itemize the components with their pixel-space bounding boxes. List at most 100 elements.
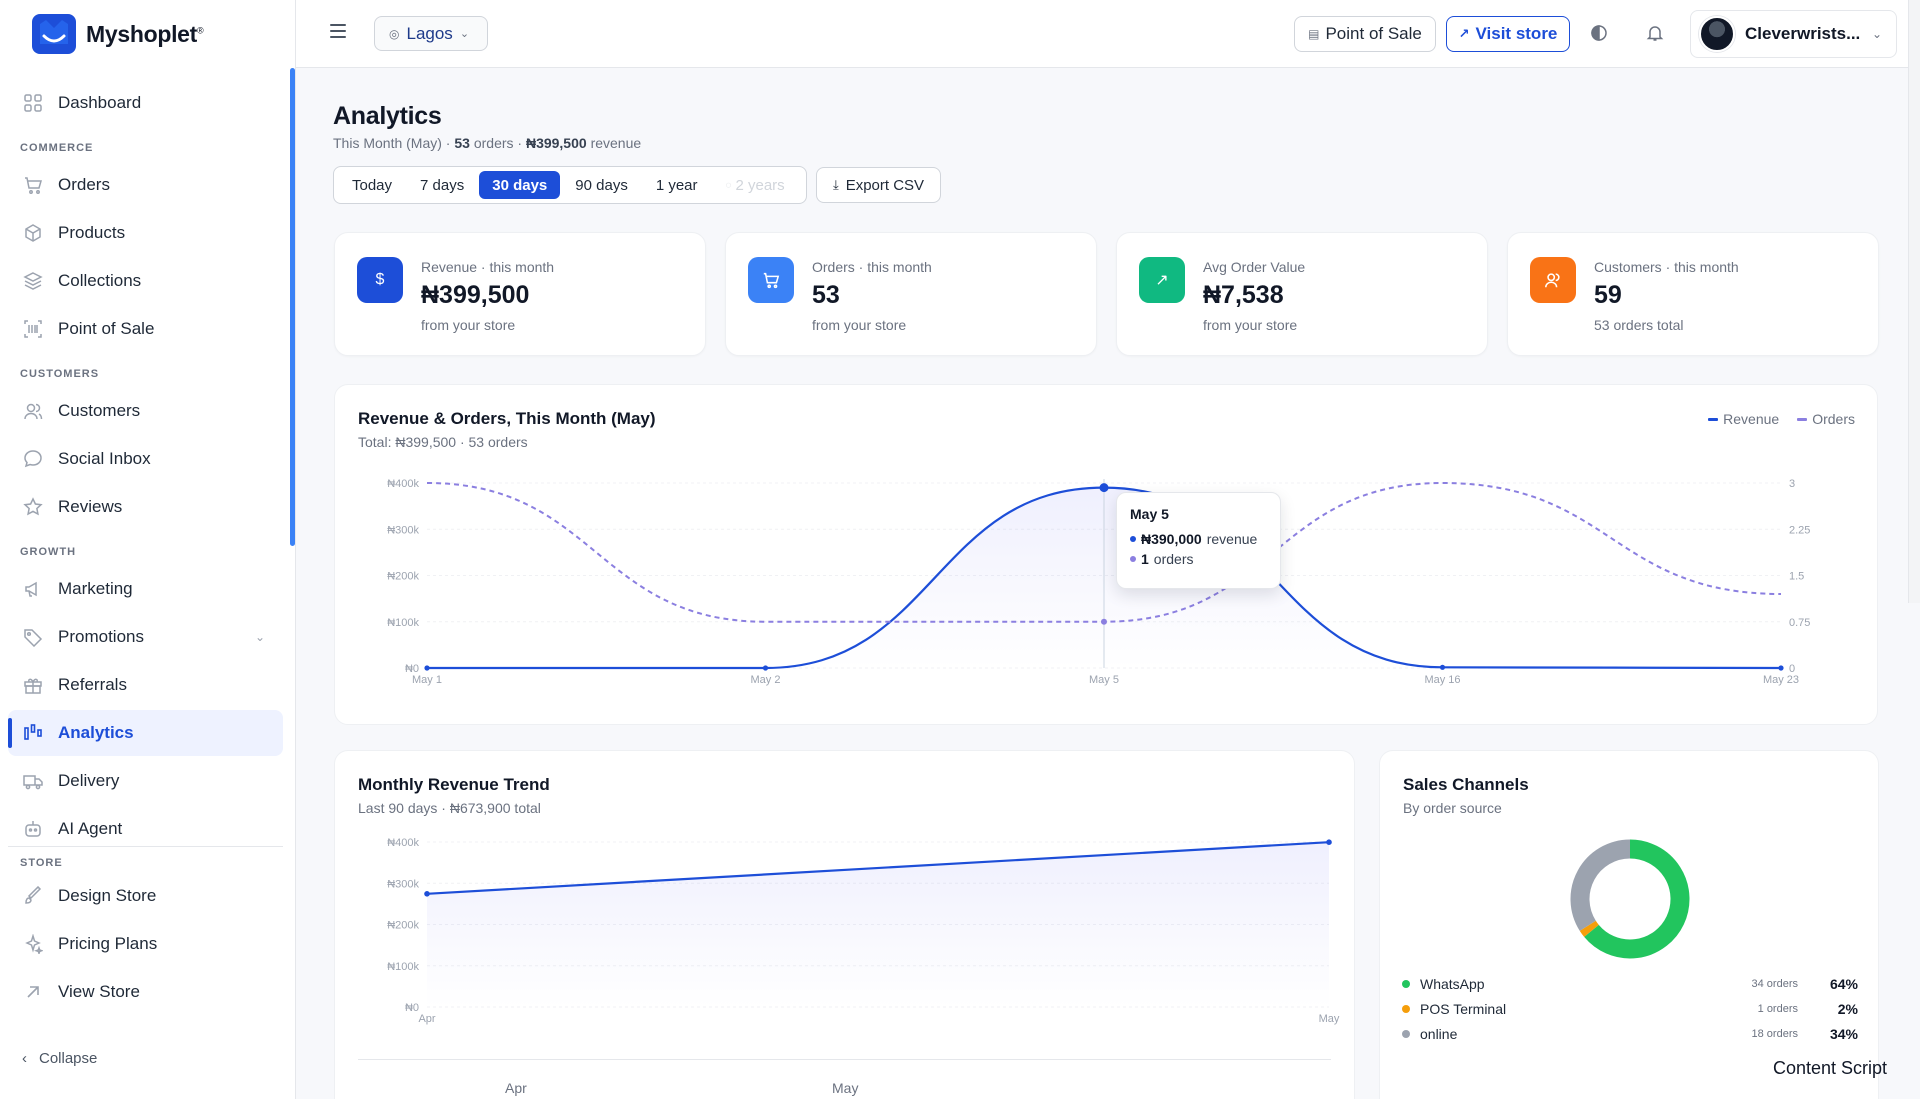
x-tick-label: May: [1319, 1013, 1340, 1025]
brush-icon: [22, 885, 44, 907]
x-tick-label: May 1: [412, 674, 442, 686]
legend-dot: [1402, 980, 1410, 988]
sidebar-item-orders[interactable]: Orders: [8, 162, 283, 208]
legend-dot: [1402, 1005, 1410, 1013]
revenue-point: [424, 665, 430, 671]
sidebar-item-products[interactable]: Products: [8, 210, 283, 256]
revenue-point: [1099, 483, 1109, 493]
sidebar-item-reviews[interactable]: Reviews: [8, 484, 283, 530]
users-icon: [1530, 257, 1576, 303]
monthly-trend-card: Monthly Revenue Trend Last 90 days · ₦67…: [334, 750, 1355, 1099]
users-icon: [22, 400, 44, 422]
sidebar-item-promotions[interactable]: Promotions ⌄: [8, 614, 283, 660]
legend-dot: [1402, 1030, 1410, 1038]
revenue-point: [1778, 665, 1784, 671]
robot-icon: [22, 818, 44, 840]
sidebar-item-analytics[interactable]: Analytics: [8, 710, 283, 756]
sidebar-item-view-store[interactable]: View Store: [8, 969, 283, 1015]
y-tick-label: ₦300k: [387, 878, 419, 890]
chevron-down-icon: ⌄: [1871, 27, 1882, 41]
channels-title: Sales Channels: [1403, 775, 1529, 794]
sidebar-item-marketing[interactable]: Marketing: [8, 566, 283, 612]
range-30-days-button[interactable]: 30 days: [479, 171, 561, 199]
sidebar-item-social-inbox[interactable]: Social Inbox: [8, 436, 283, 482]
x-tick-label: May 2: [751, 674, 781, 686]
brand-logo-icon: [32, 14, 76, 54]
range-1-year-button[interactable]: 1 year: [643, 171, 711, 199]
brand[interactable]: Myshoplet®: [32, 14, 204, 54]
gift-icon: [22, 674, 44, 696]
avatar: [1699, 16, 1735, 52]
sidebar-item-referrals[interactable]: Referrals: [8, 662, 283, 708]
dollar-icon: $: [357, 257, 403, 303]
map-pin-icon: ◎: [389, 26, 400, 41]
stat-value: ₦399,500: [421, 281, 530, 309]
page-subtitle: This Month (May) · 53 orders · ₦399,500 …: [333, 135, 642, 151]
sidebar: Myshoplet® Dashboard COMMERCE Orders Pro…: [0, 0, 296, 1099]
sidebar-item-delivery[interactable]: Delivery: [8, 758, 283, 804]
stat-label: Revenue · this month: [421, 259, 555, 275]
revenue-orders-chart[interactable]: ₦0₦100k₦200k₦300k₦400k00.751.52.253May 1…: [335, 385, 1879, 726]
monthly-trend-chart[interactable]: ₦0 ₦100k ₦200k ₦300k ₦400k Apr May: [335, 751, 1356, 1099]
chevron-down-icon[interactable]: ⌄: [255, 630, 265, 644]
collapse-label: Collapse: [39, 1050, 98, 1067]
user-menu[interactable]: Cleverwrists... ⌄: [1690, 10, 1897, 58]
lock-icon: ◌: [725, 179, 732, 191]
range-7-days-button[interactable]: 7 days: [407, 171, 477, 199]
x-tick-label: May 16: [1424, 674, 1460, 686]
donut-slice-online: [1570, 839, 1631, 931]
pos-button-label: Point of Sale: [1325, 24, 1422, 43]
channel-orders: 18 orders: [1751, 1028, 1798, 1040]
range-today-button[interactable]: Today: [339, 171, 405, 199]
y-left-tick-label: ₦100k: [387, 617, 419, 629]
stat-card-avg-order: ↗ Avg Order Value ₦7,538 from your store: [1116, 232, 1488, 356]
barcode-icon: [22, 318, 44, 340]
theme-toggle-icon[interactable]: [1588, 22, 1610, 44]
sidebar-store-section: STORE Design Store Pricing Plans View St…: [8, 846, 283, 1017]
channel-name: online: [1420, 1026, 1458, 1042]
sidebar-item-dashboard[interactable]: Dashboard: [8, 80, 283, 126]
x-tick-label: May 5: [1089, 674, 1119, 686]
chevron-left-icon: ‹: [22, 1050, 27, 1067]
y-tick-label: ₦400k: [387, 837, 419, 849]
bell-icon[interactable]: [1644, 22, 1666, 44]
cart-icon: [748, 257, 794, 303]
visit-store-button[interactable]: ↗ Visit store: [1446, 16, 1570, 52]
range-90-days-button[interactable]: 90 days: [562, 171, 641, 199]
stat-value: ₦7,538: [1203, 281, 1284, 309]
sales-channels-card: Sales Channels By order source WhatsApp …: [1379, 750, 1879, 1099]
sidebar-item-collections[interactable]: Collections: [8, 258, 283, 304]
tooltip-orders: 1 orders: [1130, 551, 1267, 567]
export-csv-button[interactable]: ⤓ Export CSV: [816, 167, 941, 203]
channel-row-pos: POS Terminal 1 orders 2%: [1402, 998, 1858, 1020]
sidebar-item-point-of-sale[interactable]: Point of Sale: [8, 306, 283, 352]
content-script-label: Content Script: [1773, 1058, 1888, 1078]
star-icon: [22, 496, 44, 518]
register-icon: ▤: [1308, 27, 1320, 41]
collapse-button[interactable]: ‹ Collapse: [22, 1050, 97, 1067]
point-of-sale-button[interactable]: ▤ Point of Sale: [1294, 16, 1436, 52]
channel-pct: 34%: [1829, 1026, 1858, 1042]
sidebar-item-pricing-plans[interactable]: Pricing Plans: [8, 921, 283, 967]
revenue-point: [1326, 839, 1332, 846]
bottom-label-may: May: [832, 1080, 859, 1096]
stat-foot: from your store: [421, 317, 516, 333]
grid-icon: [22, 92, 44, 114]
sidebar-item-label: View Store: [58, 982, 140, 1001]
page-scrollbar[interactable]: [1908, 0, 1920, 603]
hamburger-menu-icon[interactable]: [330, 24, 346, 38]
sidebar-item-customers[interactable]: Customers: [8, 388, 283, 434]
sidebar-scrollbar[interactable]: [290, 68, 295, 546]
sidebar-item-label: Referrals: [58, 675, 127, 694]
cart-icon: [22, 174, 44, 196]
donut-slice-pos-terminal: [1579, 920, 1599, 937]
sidebar-item-design-store[interactable]: Design Store: [8, 873, 283, 919]
brand-name: Myshoplet®: [86, 20, 204, 47]
divider: [358, 1059, 1331, 1060]
location-select[interactable]: ◎ Lagos ⌄: [374, 16, 488, 51]
download-icon: ⤓: [832, 177, 839, 192]
sidebar-item-label: Reviews: [58, 497, 123, 516]
box-icon: [22, 222, 44, 244]
sidebar-item-label: AI Agent: [58, 819, 123, 838]
y-tick-label: ₦200k: [387, 920, 419, 932]
